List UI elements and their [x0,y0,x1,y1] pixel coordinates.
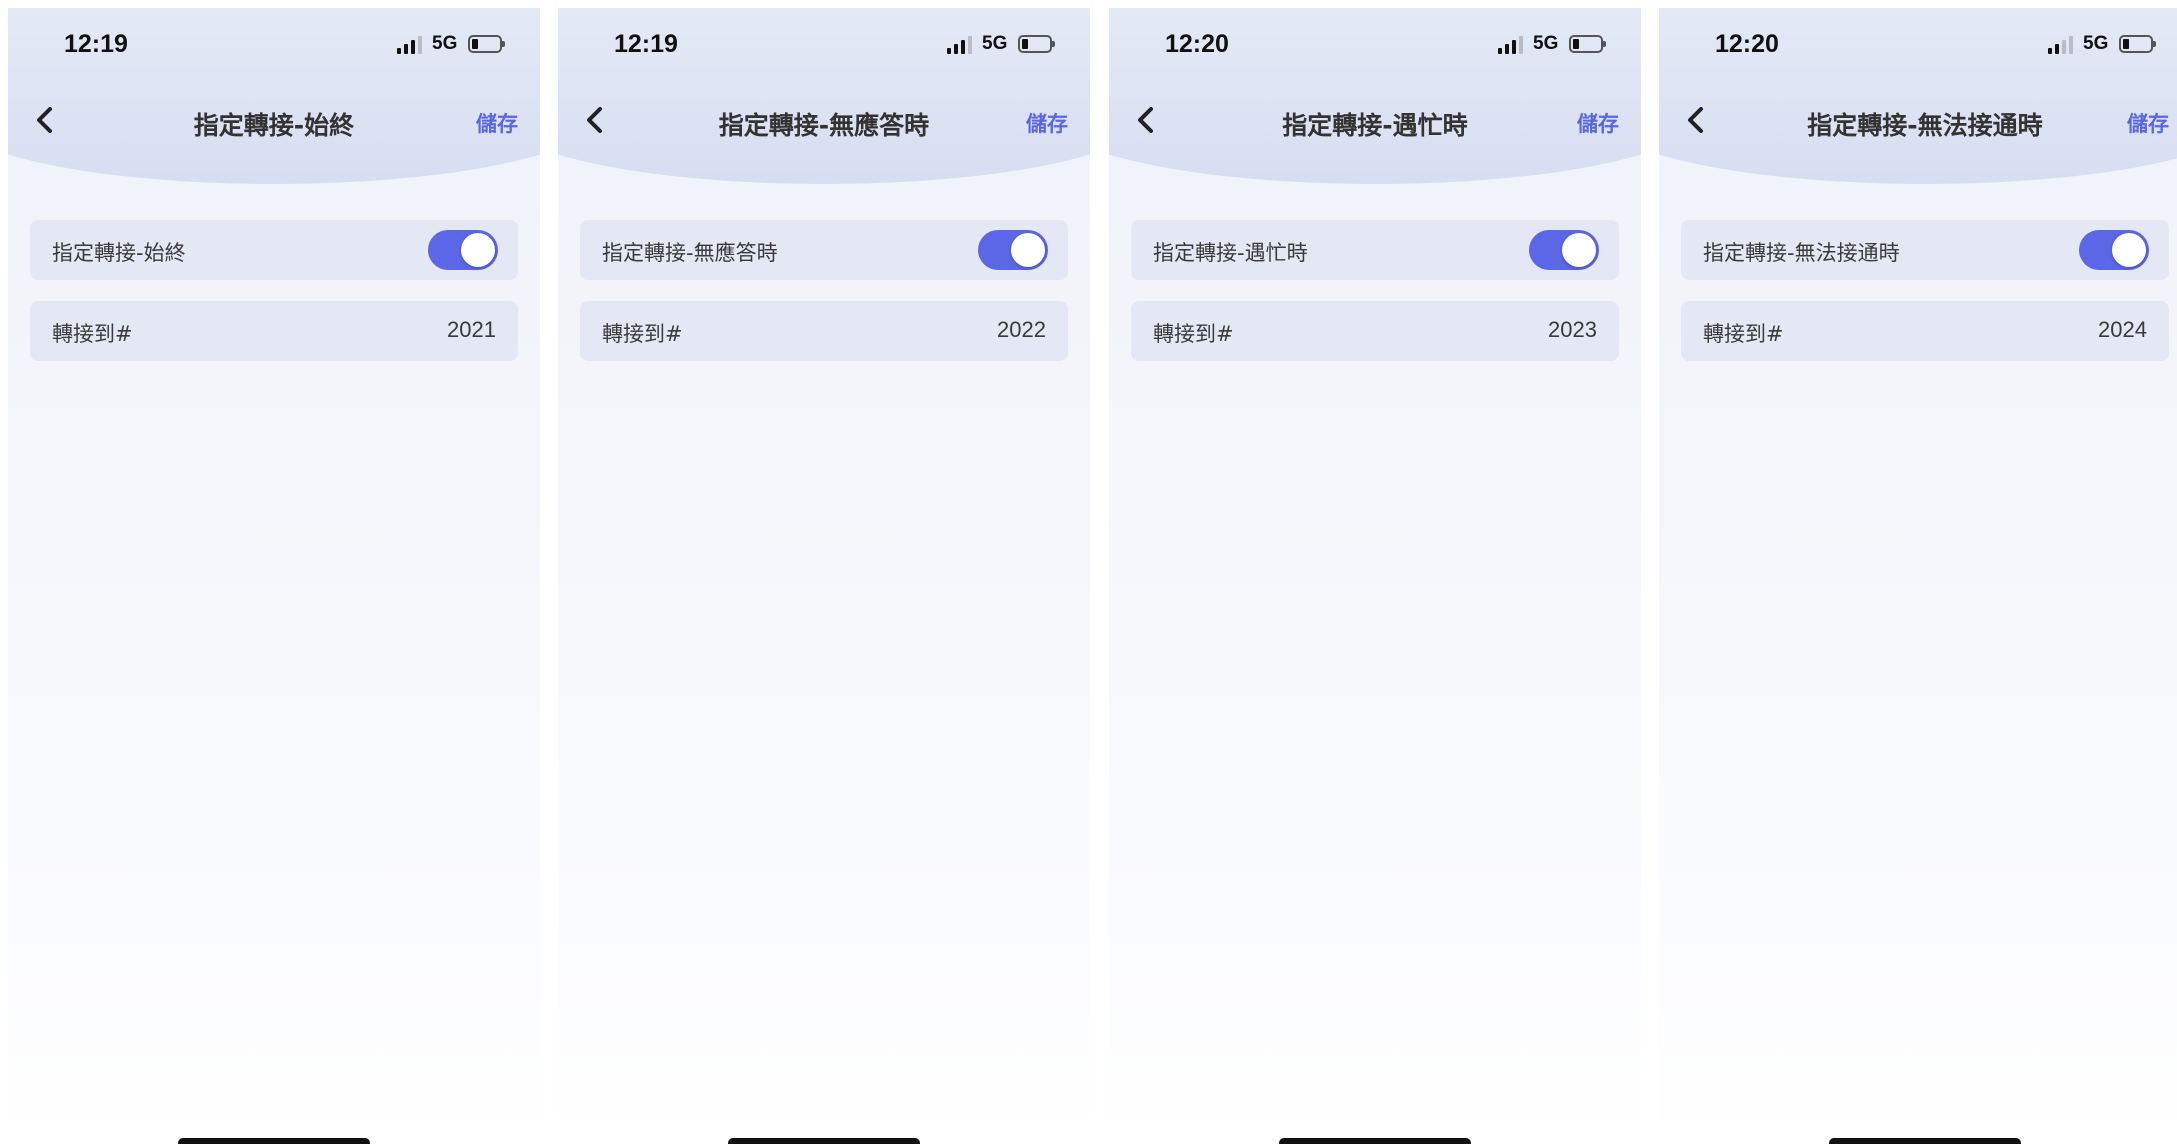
forward-to-number: 2021 [447,317,496,342]
forwarding-toggle-row: 指定轉接-遇忙時 [1131,220,1619,280]
nav-bar: 指定轉接-始終 儲存 [8,88,540,158]
forward-to-label: 轉接到# [1153,322,1234,346]
chevron-left-icon[interactable] [1679,102,1715,138]
status-bar: 12:20 5G [1659,8,2177,78]
network-label: 5G [2083,33,2109,54]
status-time: 12:20 [1715,30,1779,58]
forwarding-toggle-row: 指定轉接-無應答時 [580,220,1068,280]
forward-to-label: 轉接到# [52,322,133,346]
status-time: 12:19 [64,30,128,58]
chevron-left-icon[interactable] [28,102,64,138]
page-title: 指定轉接-無應答時 [718,111,930,140]
forwarding-toggle[interactable] [1529,230,1599,270]
battery-icon [1018,35,1055,53]
forward-to-label: 轉接到# [602,322,683,346]
forwarding-toggle[interactable] [428,230,498,270]
home-indicator [1829,1138,2021,1144]
toggle-row-label: 指定轉接-始終 [52,241,186,265]
forward-to-row[interactable]: 轉接到# 2022 [580,301,1068,361]
chevron-left-icon[interactable] [578,102,614,138]
save-button[interactable]: 儲存 [1026,108,1068,138]
status-time: 12:19 [614,30,678,58]
forward-to-number: 2023 [1548,317,1597,342]
battery-icon [1569,35,1606,53]
home-indicator [728,1138,920,1144]
phone-screen-always: 12:19 5G 指定轉接-始終 儲存 指定轉接-始終 轉接到# 2021 [8,8,540,1144]
network-label: 5G [432,33,458,54]
page-title: 指定轉接-遇忙時 [1282,111,1468,140]
toggle-row-label: 指定轉接-無法接通時 [1703,241,1900,265]
save-button[interactable]: 儲存 [476,108,518,138]
screenshot-stage: 12:19 5G 指定轉接-始終 儲存 指定轉接-始終 轉接到# 2021 12… [0,0,2177,1144]
nav-bar: 指定轉接-無應答時 儲存 [558,88,1090,158]
signal-icon [1498,36,1526,54]
toggle-knob [461,233,495,267]
nav-bar: 指定轉接-無法接通時 儲存 [1659,88,2177,158]
forwarding-toggle-row: 指定轉接-始終 [30,220,518,280]
save-button[interactable]: 儲存 [1577,108,1619,138]
forward-to-row[interactable]: 轉接到# 2024 [1681,301,2169,361]
chevron-left-icon[interactable] [1129,102,1165,138]
status-bar: 12:19 5G [8,8,540,78]
signal-icon [2048,36,2076,54]
toggle-row-label: 指定轉接-無應答時 [602,241,778,265]
forward-to-row[interactable]: 轉接到# 2021 [30,301,518,361]
forward-to-label: 轉接到# [1703,322,1784,346]
toggle-row-label: 指定轉接-遇忙時 [1153,241,1308,265]
forward-to-number: 2024 [2098,317,2147,342]
battery-icon [468,35,505,53]
nav-bar: 指定轉接-遇忙時 儲存 [1109,88,1641,158]
home-indicator [178,1138,370,1144]
forwarding-toggle[interactable] [978,230,1048,270]
page-title: 指定轉接-無法接通時 [1807,111,2043,140]
toggle-knob [2112,233,2146,267]
forward-to-number: 2022 [997,317,1046,342]
toggle-knob [1011,233,1045,267]
phone-screen-unreachable: 12:20 5G 指定轉接-無法接通時 儲存 指定轉接-無法接通時 轉接到# 2… [1659,8,2177,1144]
phone-screen-busy: 12:20 5G 指定轉接-遇忙時 儲存 指定轉接-遇忙時 轉接到# 2023 [1109,8,1641,1144]
status-time: 12:20 [1165,30,1229,58]
forward-to-row[interactable]: 轉接到# 2023 [1131,301,1619,361]
phone-screen-no-answer: 12:19 5G 指定轉接-無應答時 儲存 指定轉接-無應答時 轉接到# 202… [558,8,1090,1144]
signal-icon [397,36,425,54]
signal-icon [947,36,975,54]
network-label: 5G [982,33,1008,54]
status-bar: 12:19 5G [558,8,1090,78]
status-bar: 12:20 5G [1109,8,1641,78]
toggle-knob [1562,233,1596,267]
forwarding-toggle[interactable] [2079,230,2149,270]
network-label: 5G [1533,33,1559,54]
battery-icon [2119,35,2156,53]
forwarding-toggle-row: 指定轉接-無法接通時 [1681,220,2169,280]
page-title: 指定轉接-始終 [193,111,355,140]
home-indicator [1279,1138,1471,1144]
save-button[interactable]: 儲存 [2127,108,2169,138]
